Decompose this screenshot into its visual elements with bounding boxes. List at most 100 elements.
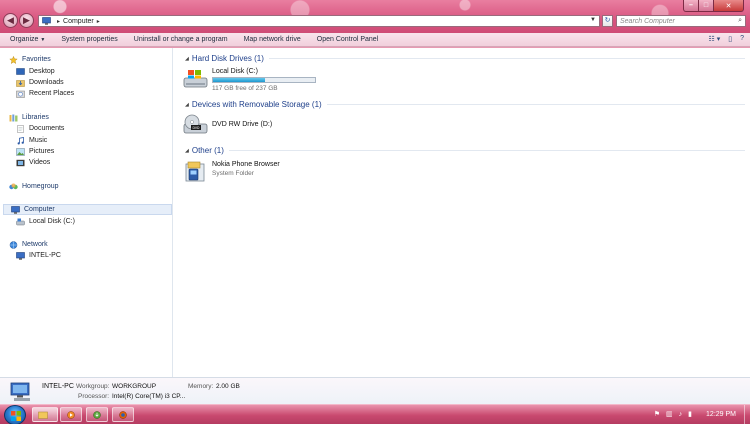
help-icon[interactable]: ? bbox=[740, 35, 744, 43]
libraries-icon bbox=[9, 114, 18, 121]
taskbar-torrent-button[interactable] bbox=[86, 407, 108, 422]
nav-item-documents[interactable]: Documents bbox=[16, 123, 64, 134]
nav-item-label: Pictures bbox=[29, 148, 55, 155]
content-pane: ◢ Hard Disk Drives (1) Local Disk (C:) 1… bbox=[174, 48, 750, 377]
computer-name: INTEL-PC bbox=[42, 383, 74, 390]
documents-icon bbox=[17, 124, 24, 133]
drive-tile-local-disk[interactable]: Local Disk (C:) 117 GB free of 237 GB bbox=[183, 68, 316, 92]
taskbar-media-button[interactable] bbox=[60, 407, 82, 422]
nav-computer[interactable]: Computer bbox=[3, 204, 172, 215]
nav-favorites[interactable]: Favorites bbox=[9, 54, 51, 65]
nav-network[interactable]: Network bbox=[9, 239, 48, 250]
taskbar-explorer-button[interactable] bbox=[32, 407, 58, 422]
desktop-icon bbox=[16, 67, 25, 75]
start-button[interactable] bbox=[4, 405, 26, 424]
disk-usage-bar bbox=[212, 77, 316, 83]
nav-item-music[interactable]: Music bbox=[16, 135, 47, 146]
nav-item-local-disk[interactable]: Local Disk (C:) bbox=[16, 216, 75, 227]
chevron-down-icon: ▼ bbox=[40, 37, 46, 43]
taskbar-firefox-button[interactable] bbox=[112, 407, 134, 422]
nav-item-recent-places[interactable]: Recent Places bbox=[16, 88, 74, 99]
navigation-pane: Favorites Desktop Downloads Recent Place… bbox=[0, 48, 173, 377]
show-desktop-button[interactable] bbox=[744, 405, 750, 424]
system-properties-button[interactable]: System properties bbox=[53, 36, 125, 43]
star-icon bbox=[9, 55, 18, 64]
browser-icon bbox=[119, 411, 127, 419]
nav-item-label: INTEL-PC bbox=[29, 252, 61, 259]
search-icon[interactable]: ⌕ bbox=[738, 17, 742, 25]
close-button[interactable]: ✕ bbox=[714, 0, 744, 12]
hard-disk-icon bbox=[183, 70, 208, 88]
chevron-down-icon: ◢ bbox=[185, 147, 189, 154]
drive-free-space: 117 GB free of 237 GB bbox=[212, 85, 278, 92]
forward-button[interactable]: ▶ bbox=[19, 13, 34, 28]
maximize-button[interactable]: □ bbox=[699, 0, 714, 12]
network-icon bbox=[9, 240, 18, 249]
flag-icon[interactable]: ⚑ bbox=[654, 410, 660, 418]
window-titlebar: – □ ✕ ◀ ▶ ▸ Computer ▸ ▼ ↻ Search Comput… bbox=[0, 0, 750, 33]
computer-icon bbox=[11, 205, 20, 214]
processor-label: Processor: bbox=[78, 393, 110, 400]
nav-item-label: Videos bbox=[29, 159, 51, 166]
chevron-down-icon: ◢ bbox=[185, 55, 189, 62]
group-header-label: Hard Disk Drives (1) bbox=[191, 54, 264, 63]
drive-name: DVD RW Drive (D:) bbox=[212, 121, 273, 128]
volume-icon[interactable]: ♪ bbox=[679, 411, 683, 418]
breadcrumb-computer[interactable]: Computer bbox=[63, 18, 94, 25]
details-pane: INTEL-PC Workgroup: WORKGROUP Memory: 2.… bbox=[0, 377, 750, 404]
map-network-drive-button[interactable]: Map network drive bbox=[236, 36, 309, 43]
system-tray: ⚑ ▥ ♪ ▮ 12:29 PM bbox=[654, 410, 742, 419]
breadcrumb-chevron-icon[interactable]: ▸ bbox=[57, 18, 60, 25]
search-input[interactable]: Search Computer ⌕ bbox=[616, 15, 746, 27]
refresh-icon: ↻ bbox=[604, 17, 611, 24]
open-control-panel-button[interactable]: Open Control Panel bbox=[309, 36, 386, 43]
minimize-button[interactable]: – bbox=[683, 0, 699, 12]
taskbar: ⚑ ▥ ♪ ▮ 12:29 PM bbox=[0, 404, 750, 424]
nav-homegroup-label: Homegroup bbox=[22, 183, 59, 190]
power-icon[interactable]: ▮ bbox=[688, 410, 692, 418]
dvd-drive-icon: DVD bbox=[183, 114, 208, 134]
nav-favorites-label: Favorites bbox=[22, 56, 51, 63]
svg-text:DVD: DVD bbox=[192, 126, 200, 130]
window-controls: – □ ✕ bbox=[683, 0, 744, 12]
back-arrow-icon: ◀ bbox=[7, 15, 14, 25]
nav-item-downloads[interactable]: Downloads bbox=[16, 77, 64, 88]
change-view-button[interactable]: ☷ ▾ bbox=[709, 35, 721, 43]
item-tile-nokia-phone-browser[interactable]: Nokia Phone Browser System Folder bbox=[183, 161, 280, 183]
network-tray-icon[interactable]: ▥ bbox=[666, 410, 673, 418]
nav-libraries-label: Libraries bbox=[22, 114, 49, 121]
address-bar[interactable]: ▸ Computer ▸ ▼ bbox=[38, 15, 600, 27]
uninstall-program-button[interactable]: Uninstall or change a program bbox=[126, 36, 236, 43]
nav-libraries[interactable]: Libraries bbox=[9, 112, 49, 123]
music-icon bbox=[17, 136, 24, 144]
nav-item-desktop[interactable]: Desktop bbox=[16, 66, 55, 77]
nav-item-intel-pc[interactable]: INTEL-PC bbox=[16, 250, 61, 261]
breadcrumb-chevron-icon[interactable]: ▸ bbox=[97, 18, 100, 25]
drive-info: DVD RW Drive (D:) bbox=[212, 114, 272, 128]
group-header-removable-storage[interactable]: ◢ Devices with Removable Storage (1) bbox=[185, 100, 745, 109]
pictures-icon bbox=[16, 147, 25, 156]
preview-pane-icon[interactable]: ▯ bbox=[728, 35, 732, 43]
nav-item-pictures[interactable]: Pictures bbox=[16, 146, 54, 157]
windows-logo-icon bbox=[11, 411, 21, 421]
torrent-app-icon bbox=[93, 411, 101, 419]
memory-label: Memory: bbox=[188, 383, 214, 390]
group-header-other[interactable]: ◢ Other (1) bbox=[185, 146, 745, 155]
view-controls: ☷ ▾ ▯ ? bbox=[709, 35, 745, 43]
drive-tile-dvd[interactable]: DVD DVD RW Drive (D:) bbox=[183, 114, 272, 136]
folder-icon bbox=[38, 411, 48, 419]
nav-computer-label: Computer bbox=[24, 206, 55, 213]
forward-arrow-icon: ▶ bbox=[23, 15, 30, 25]
back-button[interactable]: ◀ bbox=[3, 13, 18, 28]
chevron-down-icon: ◢ bbox=[185, 101, 189, 108]
nav-item-videos[interactable]: Videos bbox=[16, 157, 50, 168]
refresh-button[interactable]: ↻ bbox=[602, 15, 613, 27]
organize-button[interactable]: Organize ▼ bbox=[0, 36, 53, 43]
address-dropdown-icon[interactable]: ▼ bbox=[590, 17, 596, 23]
homegroup-icon bbox=[9, 183, 18, 189]
clock[interactable]: 12:29 PM bbox=[706, 411, 736, 418]
item-name: Nokia Phone Browser bbox=[212, 161, 280, 168]
item-info: Nokia Phone Browser System Folder bbox=[212, 161, 280, 177]
nav-homegroup[interactable]: Homegroup bbox=[9, 181, 59, 192]
group-header-hard-disk-drives[interactable]: ◢ Hard Disk Drives (1) bbox=[185, 54, 745, 63]
